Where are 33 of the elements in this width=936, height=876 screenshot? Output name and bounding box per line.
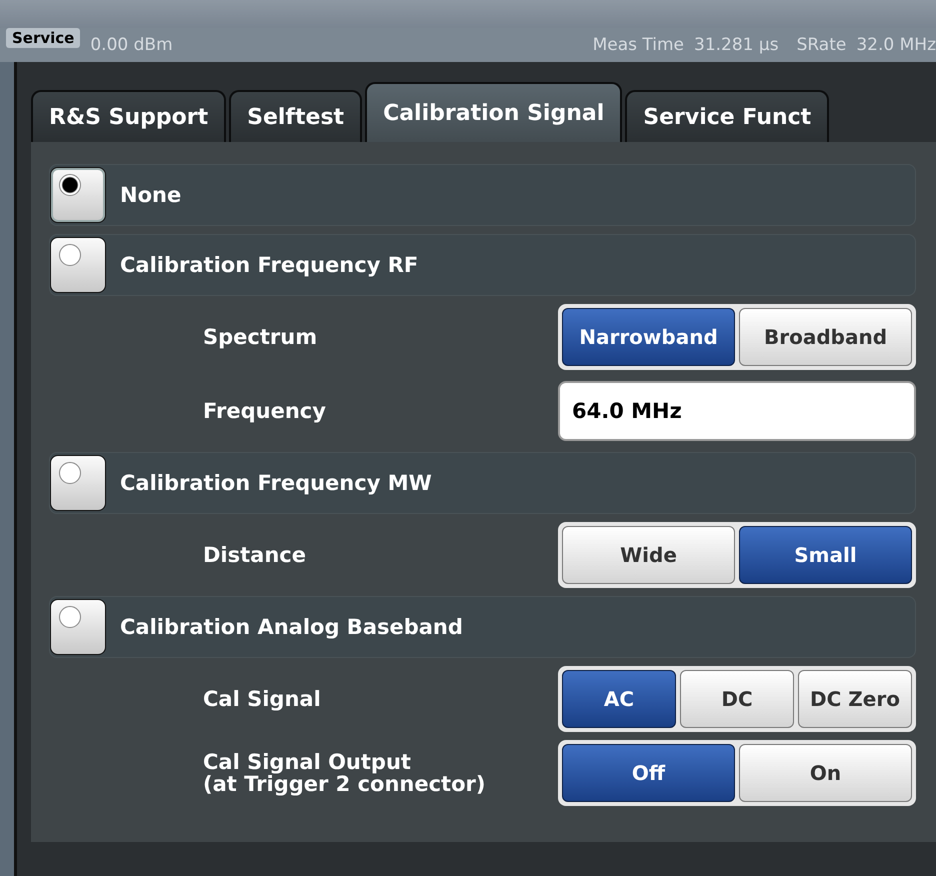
- toggle-option[interactable]: Broadband: [739, 308, 912, 366]
- toggle-option[interactable]: Small: [739, 526, 912, 584]
- toggle-option[interactable]: On: [739, 744, 912, 802]
- srate-value: 32.0 MHz: [856, 35, 936, 55]
- setting-label: Cal Signal Output (at Trigger 2 connector): [203, 750, 486, 796]
- radio-button[interactable]: [50, 167, 106, 223]
- setting-label: Cal Signal: [203, 688, 321, 710]
- toggle-option[interactable]: DC: [680, 670, 794, 728]
- setting-label: Spectrum: [203, 326, 318, 348]
- dialog-title: Service: [6, 28, 80, 48]
- tab[interactable]: Calibration Signal: [365, 82, 622, 142]
- radio-button[interactable]: [50, 599, 106, 655]
- setting-label: Frequency: [203, 400, 326, 422]
- tab[interactable]: Selftest: [229, 90, 362, 142]
- radio-button[interactable]: [50, 237, 106, 293]
- setting-label: Distance: [203, 544, 306, 566]
- toggle-option[interactable]: Off: [562, 744, 735, 802]
- option-label: Calibration Frequency RF: [120, 253, 418, 277]
- toggle-option[interactable]: Wide: [562, 526, 735, 584]
- srate-label: SRate: [796, 35, 846, 55]
- toggle-option[interactable]: DC Zero: [798, 670, 912, 728]
- meas-time-value: 31.281 µs: [694, 35, 779, 55]
- toggle-option[interactable]: AC: [562, 670, 676, 728]
- frequency-field[interactable]: 64.0 MHz: [558, 381, 916, 441]
- radio-button[interactable]: [50, 455, 106, 511]
- option-label: None: [120, 183, 182, 207]
- ref-level-value: 0.00 dBm: [90, 35, 173, 55]
- option-label: Calibration Analog Baseband: [120, 615, 463, 639]
- tab[interactable]: Service Funct: [625, 90, 830, 142]
- tab[interactable]: R&S Support: [31, 90, 226, 142]
- meas-time-label: Meas Time: [592, 35, 684, 55]
- option-label: Calibration Frequency MW: [120, 471, 432, 495]
- toggle-option[interactable]: Narrowband: [562, 308, 735, 366]
